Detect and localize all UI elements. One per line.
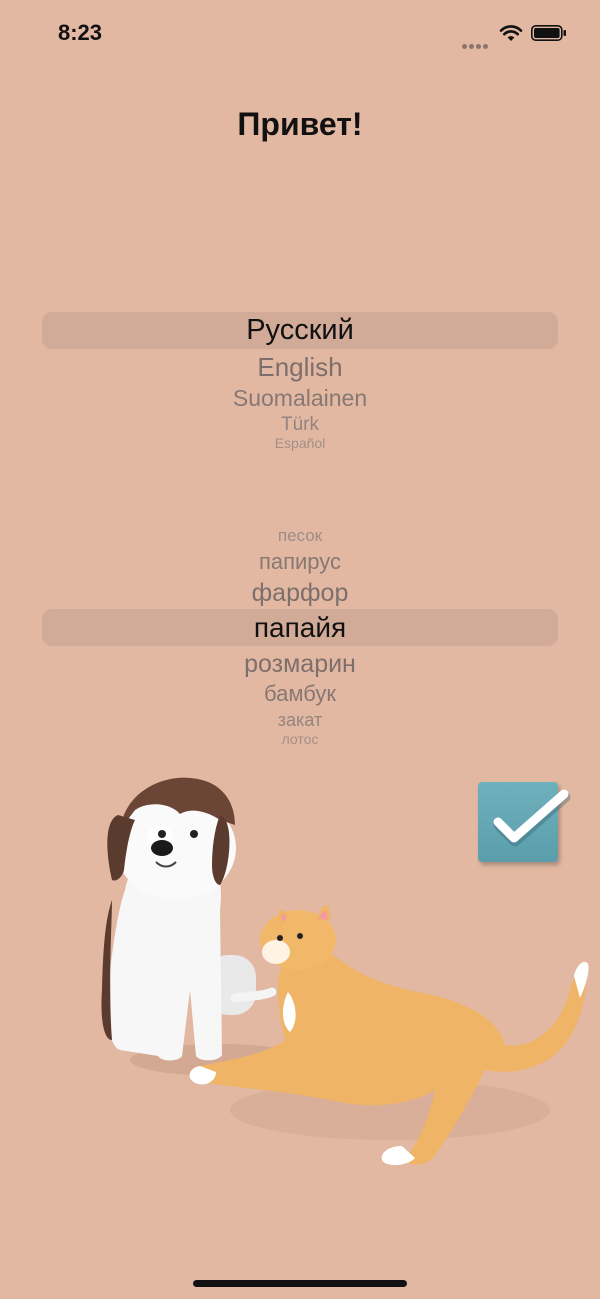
theme-option[interactable]: фарфор [0, 579, 600, 608]
home-indicator[interactable] [193, 1280, 407, 1287]
language-option-finnish[interactable]: Suomalainen [0, 385, 600, 412]
theme-option[interactable]: лотос [0, 731, 600, 747]
theme-picker[interactable]: песок папирус фарфор папайя розмарин бам… [0, 520, 600, 750]
language-option-turkish[interactable]: Türk [0, 414, 600, 436]
theme-option-selected[interactable]: папайя [0, 612, 600, 644]
language-option-spanish[interactable]: Español [0, 435, 600, 451]
page-title: Привет! [237, 106, 363, 142]
status-time: 8:23 [58, 20, 103, 45]
theme-option[interactable]: розмарин [0, 650, 600, 679]
dog-illustration [101, 777, 277, 1061]
status-bar: 8:23 [0, 0, 600, 70]
battery-icon [531, 25, 567, 41]
theme-option[interactable]: песок [0, 526, 600, 546]
pets-illustration [90, 770, 600, 1190]
theme-option[interactable]: закат [0, 710, 600, 731]
language-picker[interactable]: Русский English Suomalainen Türk Español [0, 300, 600, 460]
wifi-icon [499, 24, 523, 42]
language-option-english[interactable]: English [0, 352, 600, 383]
signal-icon [462, 36, 490, 49]
theme-option[interactable]: папирус [0, 549, 600, 575]
theme-option[interactable]: бамбук [0, 681, 600, 707]
language-option-russian[interactable]: Русский [0, 314, 600, 347]
